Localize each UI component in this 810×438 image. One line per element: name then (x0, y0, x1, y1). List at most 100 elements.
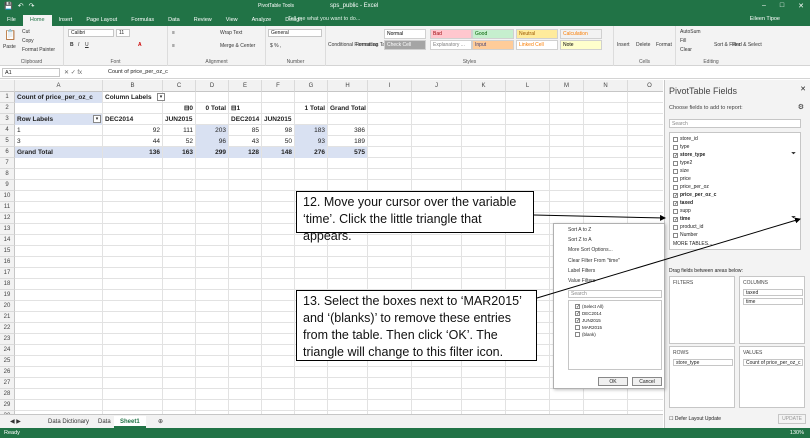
align-left-icon[interactable]: ≡ (172, 43, 175, 49)
columns-area[interactable]: COLUMNS taxed time (739, 276, 805, 344)
gear-icon[interactable]: ⚙ (798, 103, 804, 111)
filter-ok-button[interactable]: OK (598, 377, 628, 386)
more-sort-options-item[interactable]: More Sort Options... (568, 247, 613, 253)
row-header-8[interactable]: 8 (0, 169, 15, 180)
close-panel-icon[interactable]: ✕ (800, 85, 806, 93)
sheet-tab-data[interactable]: Data (92, 416, 117, 428)
merge-center-button[interactable]: Merge & Center (220, 43, 255, 49)
row-header-28[interactable]: 28 (0, 389, 15, 400)
clear-button[interactable]: Clear (680, 47, 692, 53)
paste-button[interactable]: Paste (3, 44, 16, 50)
tab-insert[interactable]: Insert (52, 15, 80, 26)
more-tables-link[interactable]: MORE TABLES... (673, 241, 712, 247)
field-price[interactable]: price (673, 176, 691, 182)
redo-icon[interactable]: ↷ (29, 2, 35, 10)
pivot-cell[interactable]: 98 (262, 125, 294, 136)
bold-icon[interactable]: B (70, 42, 74, 48)
maximize-icon[interactable]: □ (780, 2, 784, 10)
row-header-21[interactable]: 21 (0, 312, 15, 323)
row-header-18[interactable]: 18 (0, 279, 15, 290)
tab-analyze[interactable]: Analyze (245, 15, 279, 26)
row-header-11[interactable]: 11 (0, 202, 15, 213)
row-header-7[interactable]: 7 (0, 158, 15, 169)
pivot-cell[interactable]: 386 (328, 125, 367, 136)
tab-review[interactable]: Review (187, 15, 219, 26)
clear-filter-item[interactable]: Clear Filter From "time" (568, 258, 620, 264)
filter-item-jun2015[interactable]: ✓ JUN2015 (575, 318, 601, 324)
store-type-filter-icon[interactable]: ⏷ (791, 151, 796, 158)
filters-area[interactable]: FILTERS (669, 276, 735, 344)
pivot-col-total-0[interactable]: 0 Total (196, 103, 228, 114)
pivot-grand-total-cell[interactable]: 163 (163, 147, 195, 158)
row-header-24[interactable]: 24 (0, 345, 15, 356)
row-header-16[interactable]: 16 (0, 257, 15, 268)
row-header-17[interactable]: 17 (0, 268, 15, 279)
save-icon[interactable]: 💾 (4, 2, 13, 10)
fill-button[interactable]: Fill (680, 38, 686, 44)
column-header-i[interactable]: I (368, 80, 412, 92)
italic-icon[interactable]: I (78, 42, 79, 48)
font-name-select[interactable]: Calibri (68, 29, 114, 37)
pivot-col-total-1[interactable]: 1 Total (295, 103, 327, 114)
pivot-cell[interactable]: 44 (103, 136, 162, 147)
tab-home[interactable]: Home (22, 15, 52, 26)
pivot-grand-total-cell[interactable]: 575 (328, 147, 367, 158)
tab-view[interactable]: View (219, 15, 245, 26)
pivot-row-labels[interactable]: Row Labels (15, 114, 102, 125)
minimize-icon[interactable]: – (762, 2, 766, 10)
field-checkbox[interactable] (673, 136, 678, 142)
zoom-level[interactable]: 130% (790, 428, 804, 438)
rows-area[interactable]: ROWS store_type (669, 346, 735, 408)
find-select-button[interactable]: Find & Select (732, 42, 762, 48)
pivot-cell[interactable]: 96 (196, 136, 228, 147)
tab-data[interactable]: Data (161, 15, 187, 26)
row-header-9[interactable]: 9 (0, 180, 15, 191)
column-header-b[interactable]: B (103, 80, 163, 92)
format-painter-button[interactable]: Format Painter (22, 47, 55, 53)
paste-icon[interactable]: 📋 (4, 30, 16, 41)
field-checkbox[interactable] (673, 168, 678, 174)
tab-page-layout[interactable]: Page Layout (79, 15, 124, 26)
filter-item-checkbox[interactable]: ✓ (575, 304, 580, 310)
filter-item-checkbox[interactable] (575, 325, 580, 330)
column-header-f[interactable]: F (262, 80, 295, 92)
field-checkbox[interactable]: ✓ (673, 152, 678, 158)
underline-icon[interactable]: U (85, 42, 89, 48)
field-type[interactable]: type (673, 144, 689, 150)
pivot-col-dec2014-b[interactable]: DEC2014 (229, 114, 261, 125)
row-header-3[interactable]: 3 (0, 114, 15, 125)
column-header-e[interactable]: E (229, 80, 262, 92)
filter-item-mar2015[interactable]: MAR2015 (575, 325, 602, 330)
field-type2[interactable]: type2 (673, 160, 692, 166)
field-checkbox[interactable] (673, 208, 678, 214)
pivot-row-label[interactable]: 1 (15, 125, 102, 136)
filter-item-checkbox[interactable]: ✓ (575, 318, 580, 324)
cell-style-normal[interactable]: Normal (384, 29, 426, 39)
row-header-5[interactable]: 5 (0, 136, 15, 147)
column-header-a[interactable]: A (15, 80, 103, 92)
row-header-25[interactable]: 25 (0, 356, 15, 367)
copy-button[interactable]: Copy (22, 38, 34, 44)
column-header-j[interactable]: J (412, 80, 462, 92)
name-box[interactable]: A1 (2, 68, 60, 77)
field-checkbox[interactable] (673, 184, 678, 190)
field-taxed[interactable]: ✓ taxed (673, 200, 693, 206)
row-header-4[interactable]: 4 (0, 125, 15, 136)
filter-cancel-button[interactable]: Cancel (632, 377, 662, 386)
currency-icon[interactable]: $ % , (270, 43, 281, 49)
user-name[interactable]: Eileen Tipoe (750, 16, 780, 22)
cell-style-check-cell[interactable]: Check Cell (384, 40, 426, 50)
formula-content[interactable]: Count of price_per_oz_c (108, 69, 168, 75)
pivot-cell[interactable]: 183 (295, 125, 327, 136)
row-header-13[interactable]: 13 (0, 224, 15, 235)
pivot-cell[interactable]: 52 (163, 136, 195, 147)
pivot-grand-total-cell[interactable]: 128 (229, 147, 261, 158)
undo-icon[interactable]: ↶ (18, 2, 24, 10)
defer-layout-checkbox[interactable]: ☐ Defer Layout Update (669, 416, 721, 422)
add-sheet-icon[interactable]: ⊕ (152, 416, 169, 428)
pivot-cell[interactable]: 93 (295, 136, 327, 147)
update-button[interactable]: UPDATE (778, 414, 806, 424)
column-labels-filter-icon[interactable]: ▾ (157, 93, 165, 101)
column-header-d[interactable]: D (196, 80, 229, 92)
field-store-id[interactable]: store_id (673, 136, 698, 142)
